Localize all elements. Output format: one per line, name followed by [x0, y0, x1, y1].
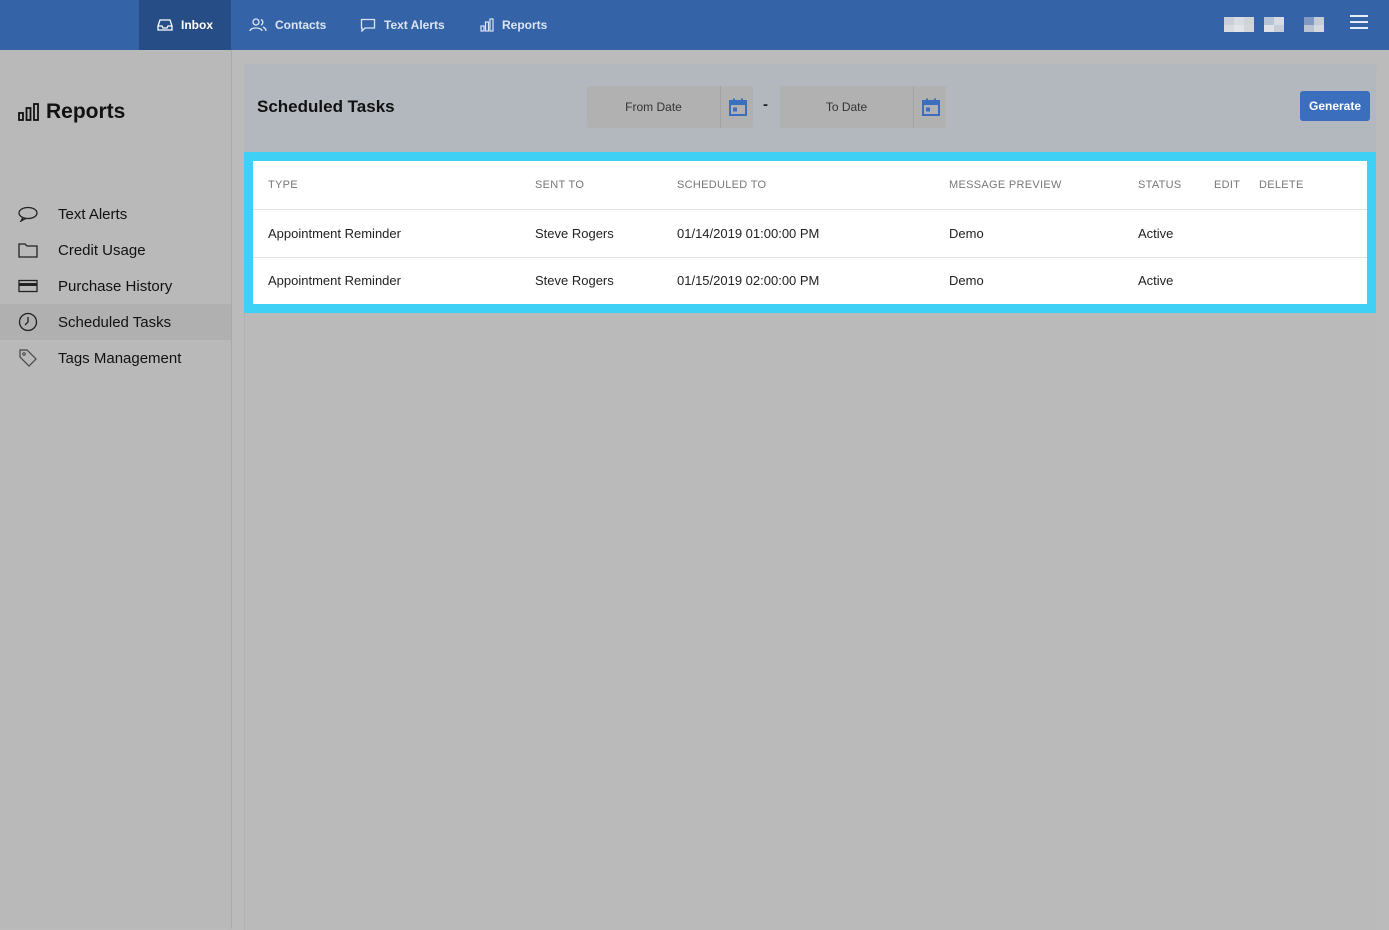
- to-date-placeholder[interactable]: To Date: [780, 86, 913, 128]
- chat-bubble-icon: [18, 206, 38, 222]
- column-header-scheduled-to[interactable]: SCHEDULED TO: [677, 161, 766, 209]
- sidebar: Reports Text Alerts Credit Usage Purchas…: [0, 50, 232, 929]
- bar-chart-icon: [18, 103, 39, 121]
- sidebar-item-credit-usage[interactable]: Credit Usage: [0, 232, 231, 268]
- nav-text-alerts[interactable]: Text Alerts: [360, 0, 445, 50]
- nav-reports-label: Reports: [502, 18, 548, 32]
- folder-icon: [18, 243, 38, 258]
- contacts-icon: [249, 18, 267, 32]
- calendar-icon: [921, 98, 940, 116]
- tag-icon: [19, 349, 37, 367]
- top-navigation-bar: Inbox Contacts Text Alerts Reports: [0, 0, 1389, 50]
- clock-icon: [18, 312, 38, 332]
- cell-scheduled-to: 01/15/2019 02:00:00 PM: [677, 273, 820, 288]
- date-range-separator: -: [763, 96, 768, 113]
- column-header-delete: DELETE: [1259, 179, 1304, 191]
- sidebar-item-label: Credit Usage: [58, 241, 146, 259]
- sidebar-item-tags-management[interactable]: Tags Management: [0, 340, 231, 376]
- column-header-message-preview[interactable]: MESSAGE PREVIEW: [949, 161, 1062, 209]
- nav-contacts[interactable]: Contacts: [249, 0, 326, 50]
- sidebar-title-text: Reports: [46, 100, 126, 123]
- column-header-status[interactable]: STATUS: [1138, 161, 1182, 209]
- credit-card-icon: [18, 279, 38, 293]
- column-header-sent-to[interactable]: SENT TO: [535, 161, 584, 209]
- generate-button[interactable]: Generate: [1300, 91, 1370, 121]
- sidebar-item-scheduled-tasks[interactable]: Scheduled Tasks: [0, 304, 231, 340]
- page-title: Scheduled Tasks: [257, 97, 395, 116]
- cell-status: Active: [1138, 225, 1174, 241]
- to-date-calendar-button[interactable]: [913, 86, 947, 128]
- table-header-row: TYPE SENT TO SCHEDULED TO MESSAGE PREVIE…: [253, 161, 1367, 210]
- to-date-field[interactable]: To Date: [780, 86, 946, 128]
- cell-sent-to: Steve Rogers: [535, 273, 614, 288]
- cell-message-preview: Demo: [949, 273, 984, 288]
- cell-type: Appointment Reminder: [268, 273, 401, 288]
- cell-status: Active: [1138, 273, 1174, 288]
- calendar-icon: [728, 98, 747, 116]
- column-header-type[interactable]: TYPE: [268, 161, 298, 209]
- column-header-edit: EDIT: [1214, 179, 1241, 191]
- sidebar-item-purchase-history[interactable]: Purchase History: [0, 268, 231, 304]
- cell-scheduled-to: 01/14/2019 01:00:00 PM: [677, 225, 820, 241]
- nav-text-alerts-label: Text Alerts: [384, 18, 445, 32]
- sidebar-item-text-alerts[interactable]: Text Alerts: [0, 196, 231, 232]
- inbox-icon: [157, 19, 173, 31]
- from-date-placeholder[interactable]: From Date: [587, 86, 720, 128]
- cell-message-preview: Demo: [949, 225, 984, 241]
- sidebar-title: Reports: [18, 100, 125, 124]
- from-date-calendar-button[interactable]: [720, 86, 754, 128]
- nav-contacts-label: Contacts: [275, 18, 327, 32]
- table-row[interactable]: Appointment Reminder Steve Rogers 01/15/…: [253, 257, 1367, 304]
- sidebar-item-label: Purchase History: [58, 277, 173, 295]
- obscured-user-info: [1264, 17, 1284, 32]
- table-row[interactable]: Appointment Reminder Steve Rogers 01/14/…: [253, 209, 1367, 258]
- scheduled-tasks-table: TYPE SENT TO SCHEDULED TO MESSAGE PREVIE…: [253, 161, 1367, 304]
- cell-sent-to: Steve Rogers: [535, 225, 614, 241]
- hamburger-menu-icon[interactable]: [1350, 15, 1368, 31]
- bar-chart-icon: [480, 18, 494, 32]
- obscured-user-info: [1224, 17, 1254, 32]
- nav-reports[interactable]: Reports: [480, 0, 547, 50]
- nav-inbox-label: Inbox: [181, 18, 213, 32]
- sidebar-item-label: Text Alerts: [58, 205, 128, 223]
- sidebar-item-label: Scheduled Tasks: [58, 313, 172, 331]
- obscured-user-info: [1304, 17, 1324, 32]
- nav-inbox[interactable]: Inbox: [139, 0, 231, 50]
- cell-type: Appointment Reminder: [268, 225, 401, 241]
- sidebar-item-label: Tags Management: [58, 349, 182, 367]
- chat-bubble-icon: [360, 18, 376, 32]
- from-date-field[interactable]: From Date: [587, 86, 753, 128]
